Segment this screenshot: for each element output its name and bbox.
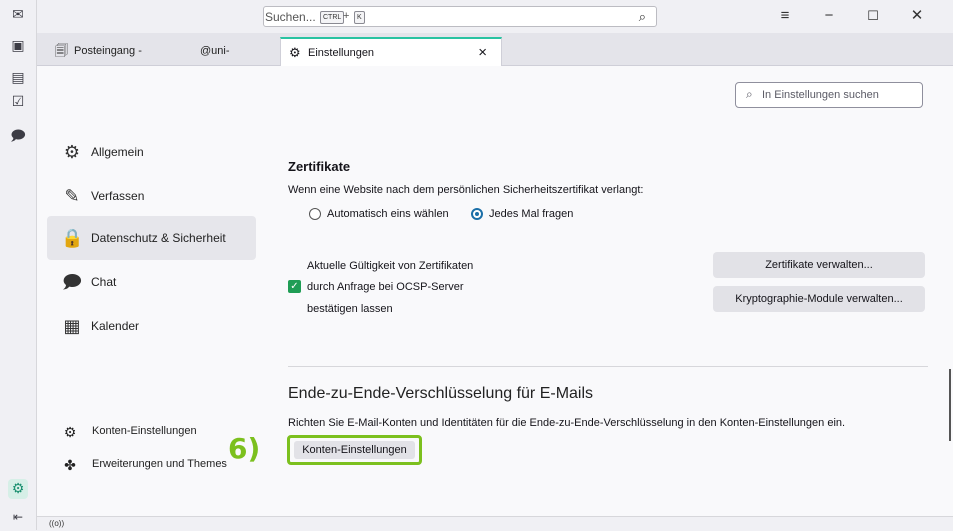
shortcut-plus: + bbox=[343, 10, 350, 22]
close-tab-icon[interactable]: × bbox=[478, 39, 487, 67]
security-devices-button[interactable]: Kryptographie-Module verwalten... bbox=[713, 286, 925, 312]
global-search-input[interactable]: Suchen... CTRL + K ⌕ bbox=[263, 6, 657, 27]
e2e-description: Richten Sie E-Mail-Konten und Identitäte… bbox=[288, 417, 846, 429]
close-window-icon[interactable]: ✕ bbox=[903, 6, 931, 26]
puzzle-icon: ✤ bbox=[64, 457, 76, 473]
calendar-icon: ▦ bbox=[63, 316, 81, 336]
tab-inbox-label: Posteingang - bbox=[74, 45, 142, 57]
ocsp-checkbox[interactable]: ✓ bbox=[288, 280, 301, 293]
nav-item-label: Chat bbox=[91, 275, 117, 289]
minimize-icon[interactable]: − bbox=[815, 6, 843, 26]
ocsp-label-line2: durch Anfrage bei OCSP-Server bbox=[307, 281, 464, 293]
nav-item-chat[interactable]: 🗩 Chat bbox=[47, 260, 256, 304]
annotation-step-label: 6) bbox=[228, 432, 261, 465]
settings-main: ⌕ In Einstellungen suchen Zertifikate We… bbox=[263, 66, 953, 516]
account-settings-button-label: Konten-Einstellungen bbox=[294, 441, 415, 459]
status-bar: ((o)) bbox=[37, 516, 953, 531]
chat-icon[interactable]: 🗩 bbox=[9, 126, 27, 144]
certificates-heading: Zertifikate bbox=[288, 159, 351, 174]
shortcut-key-k: K bbox=[354, 11, 365, 24]
ocsp-label-line3: bestätigen lassen bbox=[307, 303, 393, 315]
settings-search-input[interactable]: ⌕ In Einstellungen suchen bbox=[735, 82, 923, 108]
nav-item-privacy-security[interactable]: 🔒 Datenschutz & Sicherheit bbox=[47, 216, 256, 260]
nav-item-calendar[interactable]: ▦ Kalender bbox=[47, 304, 256, 348]
settings-search-placeholder: In Einstellungen suchen bbox=[762, 89, 879, 101]
spaces-toolbar: ✉ ▣ ▤ ☑ 🗩 ⚙ ⇤ bbox=[0, 0, 37, 530]
collapse-sidebar-icon[interactable]: ⇤ bbox=[9, 508, 27, 526]
search-placeholder: Suchen... bbox=[265, 10, 316, 24]
nav-item-label: Allgemein bbox=[91, 145, 144, 159]
certificates-question: Wenn eine Website nach dem persönlichen … bbox=[288, 184, 644, 196]
connection-status-icon[interactable]: ((o)) bbox=[49, 519, 64, 528]
tab-bar: 🗐 Posteingang - @uni-wuppertal ⚙ Einstel… bbox=[37, 33, 953, 85]
radio-ask-every-time-label[interactable]: Jedes Mal fragen bbox=[489, 208, 573, 220]
scrollbar[interactable] bbox=[949, 369, 951, 441]
settings-nav: ⚙ Allgemein ✎ Verfassen 🔒 Datenschutz & … bbox=[37, 66, 261, 516]
maximize-icon[interactable]: ☐ bbox=[859, 6, 887, 26]
pencil-icon: ✎ bbox=[64, 186, 80, 206]
settings-page: ⚙ Allgemein ✎ Verfassen 🔒 Datenschutz & … bbox=[37, 66, 953, 516]
nav-item-label: Verfassen bbox=[91, 189, 145, 203]
account-settings-icon: ⚙ bbox=[63, 424, 77, 440]
radio-auto-select-label[interactable]: Automatisch eins wählen bbox=[327, 208, 449, 220]
nav-item-label: Datenschutz & Sicherheit bbox=[91, 231, 226, 245]
tab-settings-label: Einstellungen bbox=[308, 47, 375, 59]
settings-gear-icon[interactable]: ⚙ bbox=[8, 479, 28, 499]
nav-item-verfassen[interactable]: ✎ Verfassen bbox=[47, 174, 256, 218]
search-icon: ⌕ bbox=[746, 87, 753, 101]
tab-inbox[interactable]: 🗐 Posteingang - @uni-wuppertal bbox=[47, 37, 274, 85]
e2e-heading: Ende-zu-Ende-Verschlüsselung für E-Mails bbox=[288, 385, 594, 402]
account-settings-button[interactable]: Konten-Einstellungen bbox=[287, 435, 422, 465]
calendar-icon[interactable]: ▤ bbox=[9, 68, 27, 86]
radio-ask-every-time[interactable] bbox=[471, 208, 483, 220]
tasks-icon[interactable]: ☑ bbox=[9, 92, 27, 110]
tab-settings[interactable]: ⚙ Einstellungen × bbox=[280, 37, 502, 66]
chat-bubble-icon: 🗩 bbox=[62, 272, 82, 292]
section-divider bbox=[288, 366, 928, 367]
lock-icon: 🔒 bbox=[61, 228, 84, 248]
gear-icon: ⚙ bbox=[63, 142, 81, 162]
search-icon: ⌕ bbox=[638, 9, 646, 24]
ocsp-label-line1: Aktuelle Gültigkeit von Zertifikaten bbox=[307, 260, 474, 272]
radio-auto-select[interactable] bbox=[309, 208, 321, 220]
inbox-icon: 🗐 bbox=[55, 43, 68, 58]
shortcut-key-ctrl: CTRL bbox=[320, 11, 345, 24]
app-menu-icon[interactable]: ≡ bbox=[771, 6, 799, 26]
nav-small-label: Konten-Einstellungen bbox=[92, 425, 197, 437]
address-book-icon[interactable]: ▣ bbox=[9, 36, 27, 54]
gear-icon: ⚙ bbox=[289, 45, 301, 60]
mail-icon[interactable]: ✉ bbox=[9, 5, 27, 23]
nav-item-label: Kalender bbox=[91, 319, 140, 333]
title-bar: Suchen... CTRL + K ⌕ ≡ − ☐ ✕ bbox=[37, 0, 953, 33]
nav-addons-themes[interactable]: ✤ Erweiterungen und Themes bbox=[47, 453, 247, 477]
nav-small-label: Erweiterungen und Themes bbox=[92, 458, 227, 470]
nav-item-allgemein[interactable]: ⚙ Allgemein bbox=[47, 130, 256, 174]
nav-account-settings[interactable]: ⚙ Konten-Einstellungen bbox=[47, 420, 247, 444]
manage-certificates-button[interactable]: Zertifikate verwalten... bbox=[713, 252, 925, 278]
